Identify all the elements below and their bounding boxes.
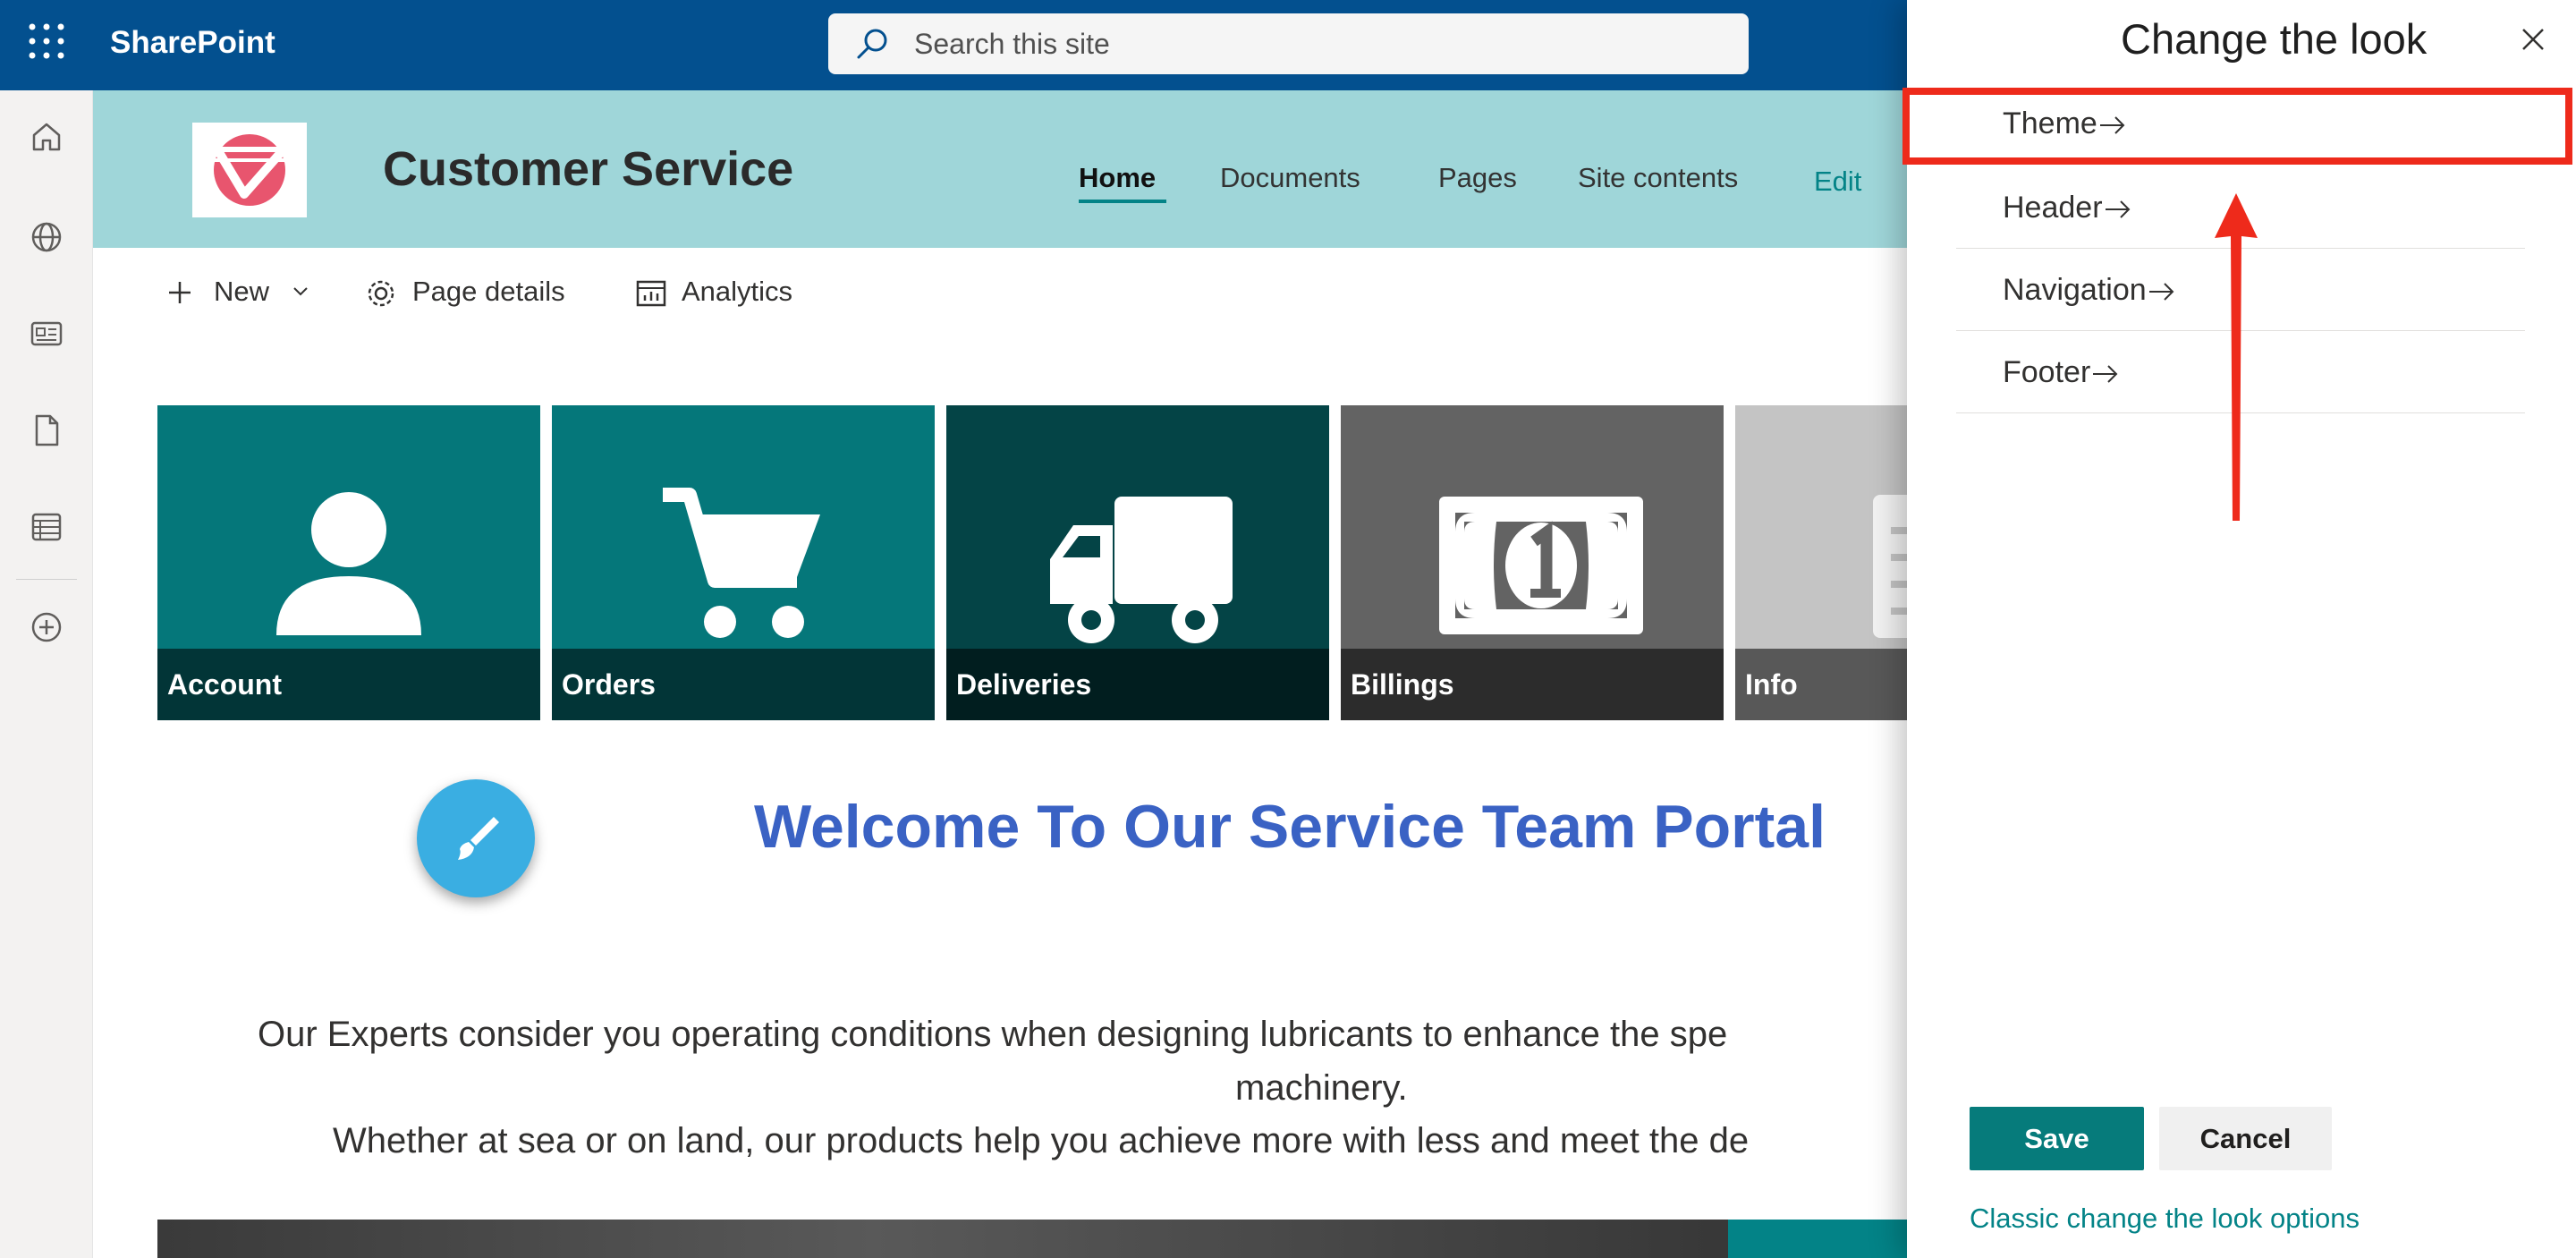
tile-account[interactable]: Account [157, 405, 540, 720]
intro-paragraph-line-2: machinery. [1235, 1068, 1408, 1108]
nav-home-underline [1079, 200, 1166, 203]
add-circle-icon[interactable] [27, 608, 66, 647]
panel-item-label: Footer [2003, 355, 2091, 389]
app-name[interactable]: SharePoint [110, 23, 275, 63]
tile-label: Billings [1351, 668, 1454, 701]
site-title[interactable]: Customer Service [383, 140, 793, 198]
app-launcher-icon[interactable] [27, 21, 66, 61]
paintbrush-icon [458, 817, 499, 860]
arrow-right-icon [2093, 365, 2118, 383]
tile-billings[interactable]: Billings [1341, 405, 1724, 720]
welcome-heading: Welcome To Our Service Team Portal [754, 793, 1826, 861]
nav-home[interactable]: Home [1079, 160, 1156, 196]
news-icon[interactable] [27, 314, 66, 353]
rail-divider [16, 579, 77, 580]
chevron-down-icon[interactable] [292, 285, 309, 299]
intro-paragraph-line-3: Whether at sea or on land, our products … [333, 1121, 1750, 1160]
design-ideas-button[interactable] [417, 779, 535, 897]
nav-documents[interactable]: Documents [1220, 160, 1360, 196]
person-icon [276, 492, 421, 635]
page-details-button[interactable]: Page details [412, 274, 565, 310]
panel-item-label-container: Header [2003, 188, 2131, 227]
annotation-arrow-icon [2215, 193, 2258, 521]
analytics-icon[interactable] [635, 278, 667, 309]
hero-image [157, 1220, 1946, 1258]
tile-label: Account [167, 668, 282, 701]
nav-pages[interactable]: Pages [1438, 160, 1517, 196]
truck-icon [1050, 497, 1233, 643]
money-icon [1439, 497, 1643, 634]
highlight-annotation-box [1902, 88, 2572, 165]
tile-label: Orders [562, 668, 656, 701]
panel-title: Change the look [2121, 15, 2428, 63]
left-app-bar [0, 90, 93, 1258]
tile-deliveries[interactable]: Deliveries [946, 405, 1329, 720]
nav-site-contents[interactable]: Site contents [1578, 160, 1738, 196]
arrow-right-icon [2105, 200, 2130, 218]
classic-change-look-link[interactable]: Classic change the look options [1970, 1201, 2360, 1237]
gear-icon[interactable] [365, 277, 397, 310]
cancel-button[interactable]: Cancel [2159, 1107, 2332, 1170]
list-icon[interactable] [27, 507, 66, 547]
analytics-button[interactable]: Analytics [682, 274, 792, 310]
tile-label: Deliveries [956, 668, 1092, 701]
arrow-right-icon [2148, 283, 2174, 301]
site-logo-image [208, 132, 300, 206]
globe-icon[interactable] [27, 217, 66, 257]
add-icon[interactable] [166, 279, 193, 306]
panel-item-label: Header [2003, 191, 2103, 225]
nav-edit-link[interactable]: Edit [1814, 164, 1861, 200]
cart-icon [663, 488, 820, 638]
tile-label: Info [1745, 668, 1798, 701]
hero-image-accent [1728, 1220, 1907, 1258]
close-icon[interactable] [2519, 25, 2547, 54]
intro-paragraph-line-1: Our Experts consider you operating condi… [258, 1015, 1728, 1054]
panel-item-label-container: Navigation [2003, 270, 2175, 310]
tile-orders[interactable]: Orders [552, 405, 935, 720]
document-icon[interactable] [27, 411, 66, 450]
home-icon[interactable] [27, 117, 66, 157]
search-box[interactable]: Search this site [828, 13, 1749, 74]
save-button[interactable]: Save [1970, 1107, 2144, 1170]
search-placeholder[interactable]: Search this site [914, 26, 1110, 62]
new-button[interactable]: New [214, 274, 269, 310]
panel-item-label-container: Footer [2003, 353, 2119, 392]
search-icon [857, 29, 887, 59]
panel-item-label: Navigation [2003, 273, 2147, 307]
site-logo[interactable] [192, 123, 307, 217]
